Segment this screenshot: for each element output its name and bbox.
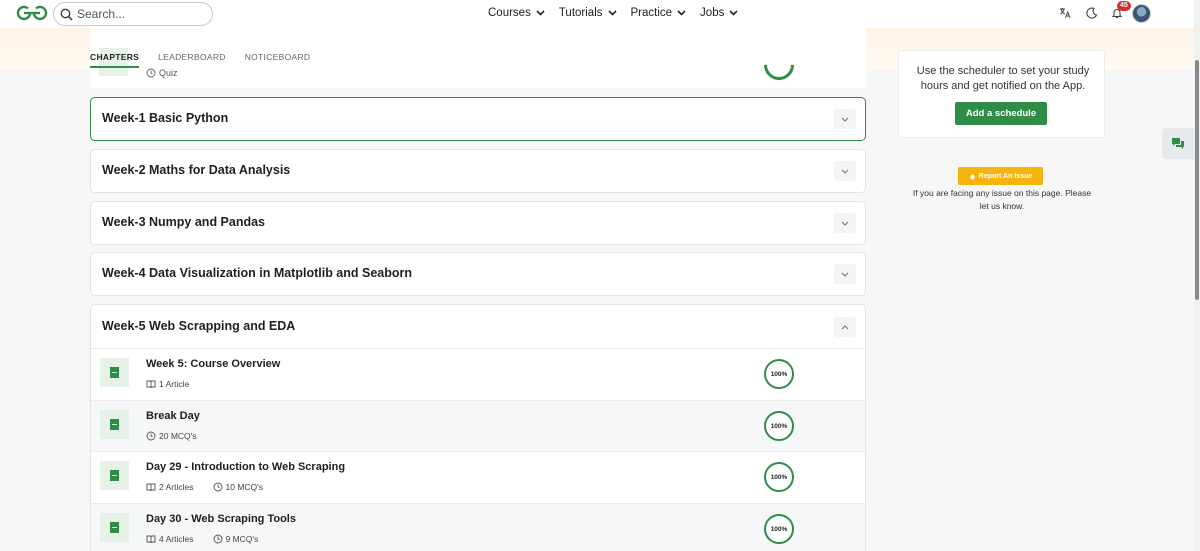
nav-practice[interactable]: Practice [631, 7, 687, 19]
lesson-meta: Quiz [146, 68, 178, 78]
chat-button[interactable] [1162, 128, 1194, 159]
mcq-count: 10 MCQ's [225, 482, 264, 492]
week-4-accordion[interactable]: Week-4 Data Visualization in Matplotlib … [90, 252, 866, 296]
mcq-count: 20 MCQ's [159, 431, 197, 441]
lesson-row[interactable]: Week 5: Course Overview 1 Article 100% [91, 348, 865, 400]
nav-courses-label: Courses [488, 7, 531, 19]
expand-button[interactable] [834, 264, 856, 284]
lesson-title[interactable]: Day 30 - Web Scraping Tools [146, 513, 296, 525]
week-title: Week-2 Maths for Data Analysis [102, 163, 291, 177]
chevron-down-icon [841, 117, 849, 122]
progress-ring: 100% [764, 514, 794, 544]
week-1-accordion[interactable]: Week-1 Basic Python [90, 97, 866, 141]
lesson-title[interactable]: Week 5: Course Overview [146, 358, 280, 370]
avatar[interactable] [1132, 4, 1151, 23]
chat-icon [1172, 138, 1184, 149]
tab-chapters[interactable]: CHAPTERS [90, 52, 140, 68]
lesson-meta: 4 Articles 9 MCQ's [146, 534, 277, 544]
gfg-logo[interactable] [16, 4, 48, 22]
report-issue-label: Report An Issue [978, 172, 1033, 180]
lesson-meta: 20 MCQ's [146, 431, 216, 441]
search-input[interactable] [77, 7, 197, 21]
chevron-down-icon [841, 272, 849, 277]
article-count: 4 Articles [159, 534, 194, 544]
scheduler-text: Use the scheduler to set your study hour… [916, 65, 1090, 92]
clock-icon [213, 534, 222, 544]
book-icon [146, 380, 156, 388]
chevron-down-icon [677, 10, 686, 16]
lesson-row[interactable]: Day 30 - Web Scraping Tools 4 Articles 9… [91, 503, 865, 551]
week-3-accordion[interactable]: Week-3 Numpy and Pandas [90, 201, 866, 245]
search-box[interactable] [53, 2, 213, 26]
article-count: 1 Article [159, 379, 190, 389]
article-count: 2 Articles [159, 482, 194, 492]
nav-practice-label: Practice [630, 7, 673, 19]
translate-icon[interactable] [1058, 6, 1072, 20]
lesson-thumbnail [100, 461, 129, 490]
nav-courses[interactable]: Courses [488, 7, 545, 19]
lesson-meta: 1 Article [146, 379, 208, 389]
nav-jobs[interactable]: Jobs [700, 7, 738, 19]
quiz-label: Quiz [159, 68, 178, 78]
week-title[interactable]: Week-5 Web Scrapping and EDA [102, 319, 295, 333]
lesson-thumbnail [100, 358, 129, 387]
clock-icon [146, 68, 156, 78]
nav-tutorials-label: Tutorials [558, 7, 603, 19]
lesson-thumbnail [100, 513, 129, 542]
lesson-title[interactable]: Break Day [146, 410, 200, 422]
clock-icon [146, 431, 156, 441]
tab-noticeboard[interactable]: NOTICEBOARD [245, 52, 311, 68]
clock-icon [213, 482, 222, 492]
add-schedule-button[interactable]: Add a schedule [955, 102, 1047, 125]
progress-ring: 100% [764, 462, 794, 492]
moon-icon[interactable] [1085, 6, 1099, 20]
chevron-down-icon [536, 10, 545, 16]
course-content: Quiz CHAPTERS LEADERBOARD NOTICEBOARD We… [90, 28, 866, 551]
progress-ring: 100% [764, 359, 794, 389]
course-tabs: CHAPTERS LEADERBOARD NOTICEBOARD [90, 52, 329, 68]
report-issue-button[interactable]: Report An Issue [958, 167, 1043, 185]
book-icon [146, 483, 156, 491]
chevron-down-icon [607, 10, 617, 16]
lesson-row[interactable]: Day 29 - Introduction to Web Scraping 2 … [91, 451, 865, 503]
lesson-row[interactable]: Break Day 20 MCQ's 100% [91, 400, 865, 452]
collapse-button[interactable] [834, 317, 856, 337]
tab-leaderboard[interactable]: LEADERBOARD [158, 52, 226, 68]
scrollbar-thumb[interactable] [1195, 60, 1199, 300]
main-nav: Courses Tutorials Practice Jobs [488, 0, 752, 26]
nav-tutorials[interactable]: Tutorials [559, 7, 617, 19]
week-title: Week-4 Data Visualization in Matplotlib … [102, 266, 413, 280]
chevron-up-icon [841, 324, 849, 329]
chevron-down-icon [729, 10, 738, 16]
scrollbar[interactable] [1194, 0, 1200, 551]
scheduler-card: Use the scheduler to set your study hour… [898, 50, 1105, 138]
report-issue-text: If you are facing any issue on this page… [912, 188, 1092, 211]
bug-icon [970, 173, 975, 180]
expand-button[interactable] [834, 161, 856, 181]
expand-button[interactable] [834, 109, 856, 129]
lesson-thumbnail [100, 410, 129, 439]
progress-ring [757, 43, 801, 87]
mcq-count: 9 MCQ's [225, 534, 259, 544]
week-title: Week-1 Basic Python [102, 111, 229, 125]
chevron-down-icon [841, 221, 849, 226]
week-5-accordion: Week-5 Web Scrapping and EDA Week 5: Cou… [90, 304, 866, 551]
lesson-meta: 2 Articles 10 MCQ's [146, 482, 282, 492]
book-icon [146, 535, 156, 543]
nav-jobs-label: Jobs [700, 7, 725, 19]
lesson-title[interactable]: Day 29 - Introduction to Web Scraping [146, 461, 345, 473]
progress-ring: 100% [764, 411, 794, 441]
search-icon [60, 8, 73, 20]
week-title: Week-3 Numpy and Pandas [102, 215, 266, 229]
expand-button[interactable] [834, 213, 856, 233]
chevron-down-icon [841, 169, 849, 174]
top-navbar: Courses Tutorials Practice Jobs 45 [0, 0, 1194, 28]
notification-badge: 45 [1117, 1, 1131, 11]
week-2-accordion[interactable]: Week-2 Maths for Data Analysis [90, 149, 866, 193]
